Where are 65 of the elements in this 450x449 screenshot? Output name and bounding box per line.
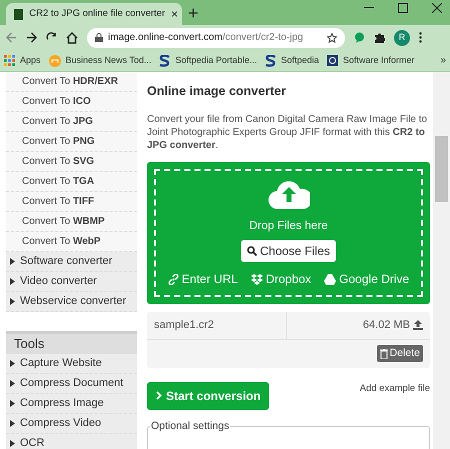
tool-link[interactable]: Compress Image [6, 394, 137, 414]
browser-tab[interactable]: CR2 to JPG online file converter × [6, 3, 182, 25]
tab-close-button[interactable]: × [170, 8, 178, 20]
triangle-icon [10, 440, 15, 447]
minimize-icon[interactable] [364, 7, 374, 9]
grid-icon [4, 55, 15, 66]
triangle-icon [10, 258, 15, 265]
tool-link[interactable]: Capture Website [6, 354, 137, 374]
square-logo-icon [326, 55, 338, 66]
page-heading: Online image converter [147, 83, 287, 100]
upload-panel[interactable]: Drop Files here Choose Files Enter URL Dropbox Google Drive [147, 162, 430, 304]
upload-icon [413, 320, 423, 330]
speech-bubble-icon[interactable] [354, 32, 365, 43]
back-icon[interactable] [6, 32, 17, 43]
triangle-icon [10, 400, 15, 407]
puzzle-icon[interactable] [374, 32, 385, 43]
tab-title: CR2 to JPG online file converter [29, 6, 165, 21]
bookmark-item[interactable]: Softpedia [264, 54, 319, 68]
triangle-icon [10, 278, 15, 285]
maximize-icon[interactable] [398, 3, 408, 13]
description-text: Convert your file from Canon Digital Camera Raw Image File to Joint Photographic Experts Group JFIF format with this CR2 to JPG converter. [147, 112, 428, 152]
choose-files-button[interactable]: Choose Files [240, 240, 336, 262]
star-icon[interactable] [327, 32, 337, 42]
triangle-icon [10, 360, 15, 367]
circle-logo-icon [48, 54, 61, 66]
category-link[interactable]: Software converter [6, 252, 137, 272]
bookmark-item[interactable]: Softpedia Portable... [159, 54, 257, 68]
s-logo-icon [159, 54, 170, 66]
example-file-link[interactable]: Add example file [360, 382, 430, 396]
tool-link[interactable]: Compress Video [6, 414, 137, 434]
section-heading: Tools [6, 334, 137, 354]
cloud-upload-icon [268, 178, 310, 209]
address-bar[interactable]: image.online-convert.com/convert/cr2-to-jpg [87, 28, 345, 48]
category-link[interactable]: Webservice converter [6, 292, 137, 312]
more-bookmarks-button[interactable]: » [440, 53, 446, 68]
bookmark-item[interactable]: Apps [4, 54, 41, 68]
home-icon[interactable] [66, 32, 78, 44]
new-tab-button[interactable]: + [188, 4, 199, 22]
bookmark-item[interactable]: Software Informer [326, 54, 415, 68]
bookmark-item[interactable]: Business News Tod... [48, 54, 152, 68]
lock-icon [95, 33, 103, 42]
file-size: 64.02 MB [362, 318, 410, 333]
panel-legend: Optional settings [150, 418, 230, 434]
search-icon [246, 246, 257, 256]
triangle-icon [10, 420, 15, 427]
s-logo-icon [264, 54, 276, 66]
profile-avatar[interactable]: R [394, 30, 410, 46]
delete-button[interactable]: Delete [376, 345, 423, 362]
drop-text: Drop Files here [249, 218, 328, 234]
dropbox-icon [250, 274, 263, 284]
tool-link[interactable]: OCR [6, 434, 137, 449]
menu-icon[interactable] [419, 32, 422, 43]
link-icon [168, 274, 179, 284]
triangle-icon [10, 298, 15, 305]
chevron-icon [156, 391, 162, 400]
triangle-icon [10, 380, 15, 387]
favicon-icon [14, 8, 24, 20]
url-text: image.online-convert.com/convert/cr2-to-jpg [108, 31, 304, 45]
close-icon[interactable] [432, 3, 442, 13]
tool-link[interactable]: Compress Document [6, 374, 137, 394]
trash-icon [380, 348, 388, 359]
forward-icon[interactable] [26, 32, 37, 43]
file-name: sample1.cr2 [147, 312, 287, 339]
scrollbar[interactable] [433, 72, 450, 449]
category-link[interactable]: Video converter [6, 272, 137, 292]
